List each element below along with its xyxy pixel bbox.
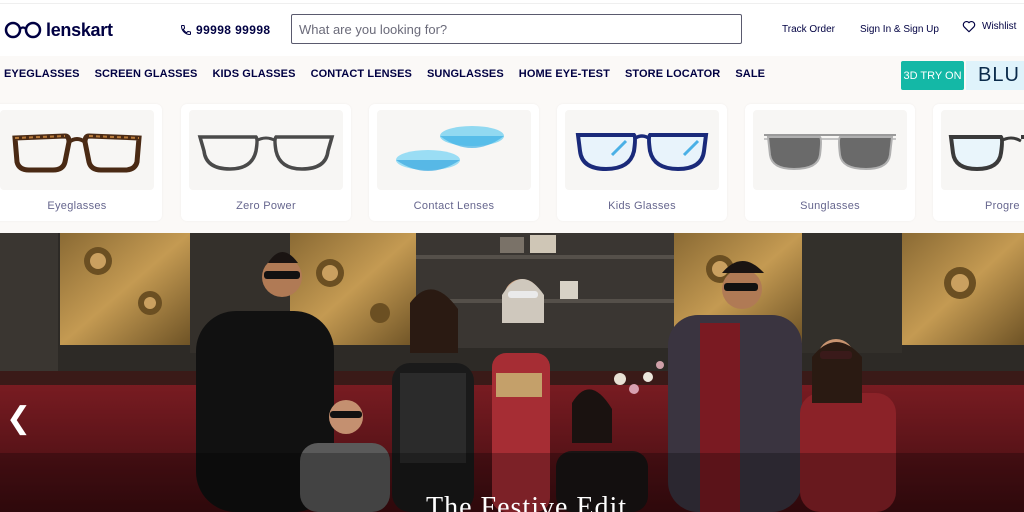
category-image (377, 110, 531, 190)
try-3d-button[interactable]: 3D TRY ON (901, 61, 964, 90)
contact-lens-icon (396, 126, 504, 171)
category-label: Sunglasses (800, 200, 860, 212)
wishlist-link[interactable]: Wishlist (962, 20, 1016, 33)
search-box[interactable] (291, 14, 742, 44)
category-label: Contact Lenses (413, 200, 495, 212)
nav-eyeglasses[interactable]: EYEGLASSES (4, 68, 80, 80)
category-image (0, 110, 154, 190)
category-image (189, 110, 343, 190)
carousel-prev-button[interactable]: ❮ (6, 401, 31, 437)
nav-home-eye-test[interactable]: HOME EYE-TEST (519, 68, 610, 80)
phone-text: 99998 99998 (196, 23, 271, 37)
category-label: Kids Glasses (608, 200, 676, 212)
phone-icon (180, 25, 191, 36)
category-card-sunglasses[interactable]: Sunglasses (745, 104, 915, 221)
category-label: Progre (985, 200, 1020, 212)
nav-contact-lenses[interactable]: CONTACT LENSES (311, 68, 412, 80)
heart-icon (962, 20, 976, 33)
progressive-eyeglasses-icon (948, 135, 1024, 172)
nav-sale[interactable]: SALE (735, 68, 765, 80)
sign-in-link[interactable]: Sign In & Sign Up (860, 24, 939, 35)
hero-title: The Festive Edit (426, 492, 628, 512)
category-image (941, 110, 1024, 190)
kids-eyeglasses-icon (575, 133, 709, 172)
category-label: Zero Power (236, 200, 296, 212)
wishlist-label: Wishlist (982, 21, 1017, 32)
track-order-link[interactable]: Track Order (782, 24, 835, 35)
brand-name: lenskart (46, 19, 113, 40)
category-card-kids-glasses[interactable]: Kids Glasses (557, 104, 727, 221)
tortoise-eyeglasses-icon (12, 133, 142, 173)
sunglasses-icon (764, 134, 896, 171)
hero-banner[interactable] (0, 233, 1024, 512)
category-image (565, 110, 719, 190)
category-card-eyeglasses[interactable]: Eyeglasses (0, 104, 162, 221)
category-card-zero-power[interactable]: Zero Power (181, 104, 351, 221)
brand-logo[interactable]: lenskart (4, 18, 113, 42)
category-card-contact-lenses[interactable]: Contact Lenses (369, 104, 539, 221)
category-card-progressive[interactable]: Progre (933, 104, 1024, 221)
search-input[interactable] (292, 15, 741, 43)
nav-store-locator[interactable]: STORE LOCATOR (625, 68, 720, 80)
logo-glasses-icon (4, 21, 42, 39)
nav-screen-glasses[interactable]: SCREEN GLASSES (95, 68, 198, 80)
category-image (753, 110, 907, 190)
header: lenskart 99998 99998 Track Order Sign In… (0, 4, 1024, 52)
main-nav: EYEGLASSES SCREEN GLASSES KIDS GLASSES C… (0, 56, 1024, 96)
blu-promo-button[interactable]: BLU (966, 61, 1024, 90)
nav-kids-glasses[interactable]: KIDS GLASSES (212, 68, 295, 80)
round-eyeglasses-icon (197, 135, 335, 171)
hero-image (0, 233, 1024, 512)
nav-sunglasses[interactable]: SUNGLASSES (427, 68, 504, 80)
category-label: Eyeglasses (47, 200, 107, 212)
category-strip: Eyeglasses Zero Power Contact Lenses Kid… (0, 96, 1024, 233)
phone-number[interactable]: 99998 99998 (180, 23, 270, 37)
